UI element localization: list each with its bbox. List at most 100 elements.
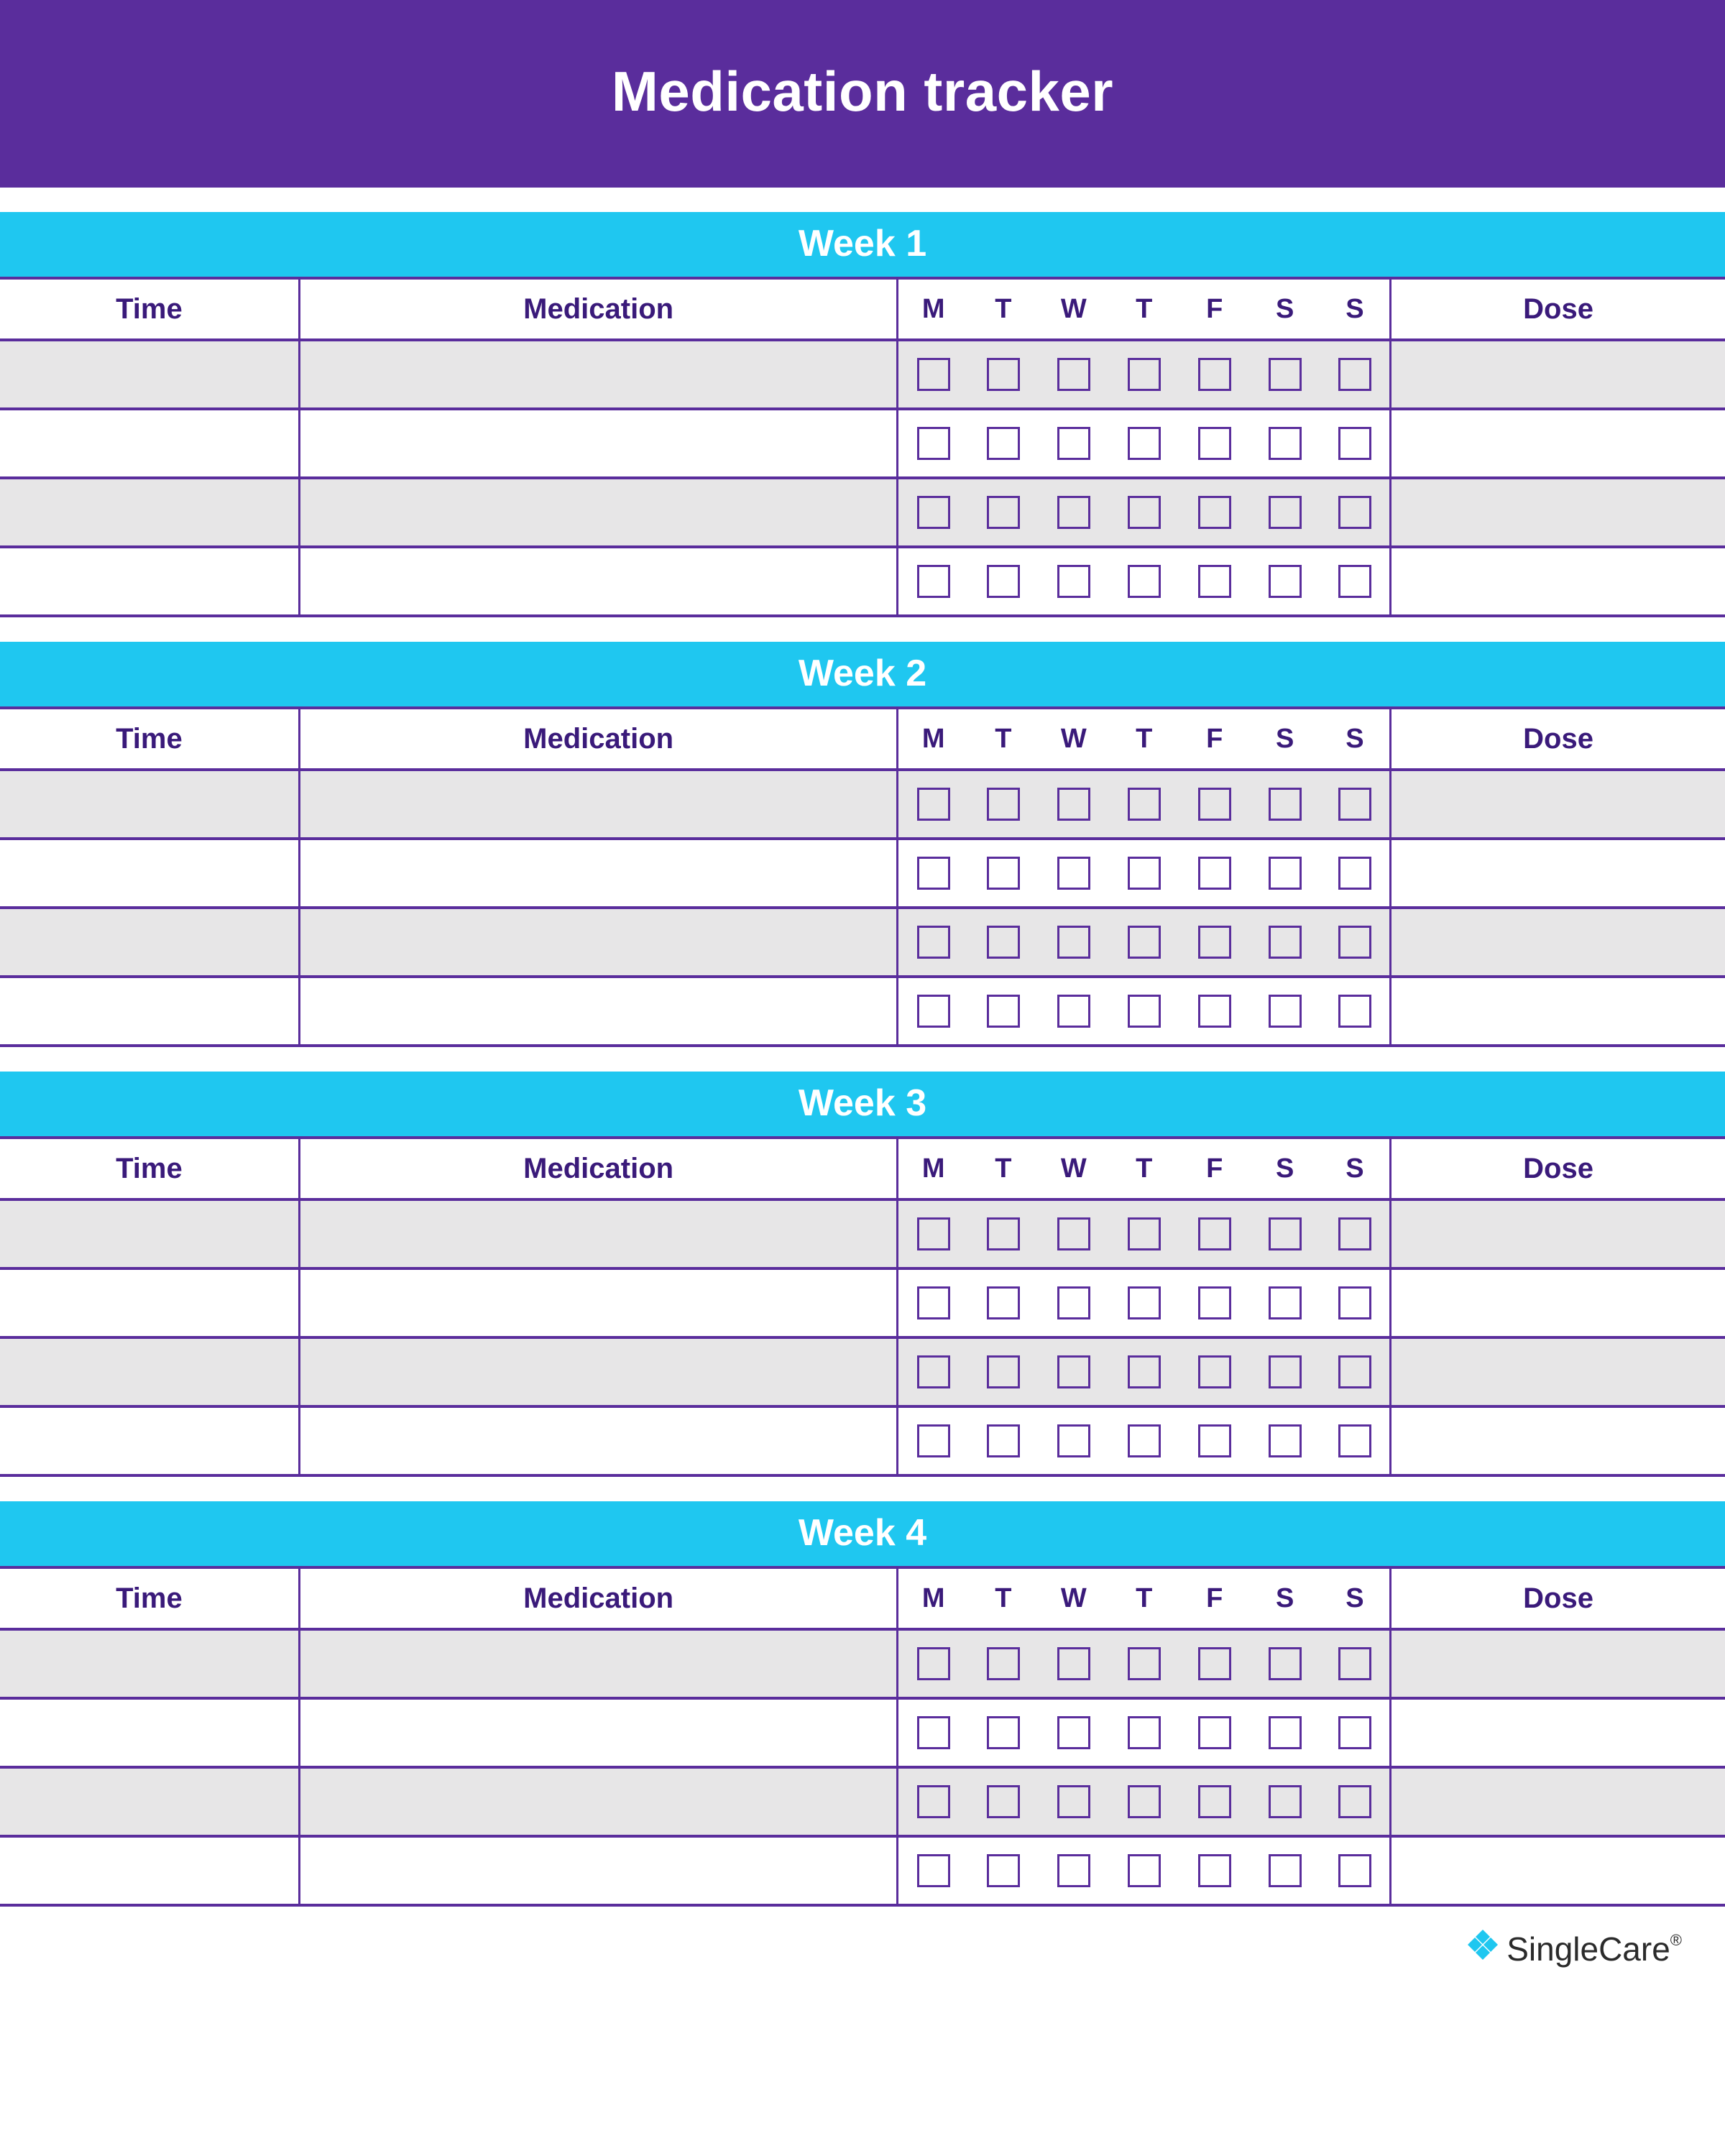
time-cell[interactable] <box>0 409 299 478</box>
day-checkbox[interactable] <box>1128 857 1161 890</box>
day-checkbox[interactable] <box>1198 496 1231 529</box>
day-checkbox[interactable] <box>917 995 950 1028</box>
day-checkbox[interactable] <box>1057 427 1090 460</box>
day-checkbox[interactable] <box>987 1716 1020 1749</box>
day-checkbox[interactable] <box>1198 1854 1231 1887</box>
dose-cell[interactable] <box>1391 1406 1725 1475</box>
day-checkbox[interactable] <box>1269 1424 1302 1457</box>
day-checkbox[interactable] <box>1128 926 1161 959</box>
day-checkbox[interactable] <box>917 1217 950 1250</box>
day-checkbox[interactable] <box>917 926 950 959</box>
day-checkbox[interactable] <box>1338 1355 1371 1388</box>
medication-cell[interactable] <box>299 1406 898 1475</box>
day-checkbox[interactable] <box>1057 496 1090 529</box>
day-checkbox[interactable] <box>987 565 1020 598</box>
day-checkbox[interactable] <box>1338 788 1371 821</box>
dose-cell[interactable] <box>1391 478 1725 547</box>
day-checkbox[interactable] <box>917 1716 950 1749</box>
day-checkbox[interactable] <box>917 1647 950 1680</box>
day-checkbox[interactable] <box>1198 565 1231 598</box>
day-checkbox[interactable] <box>917 1355 950 1388</box>
dose-cell[interactable] <box>1391 1836 1725 1905</box>
medication-cell[interactable] <box>299 977 898 1046</box>
day-checkbox[interactable] <box>1057 995 1090 1028</box>
day-checkbox[interactable] <box>917 496 950 529</box>
day-checkbox[interactable] <box>1269 427 1302 460</box>
day-checkbox[interactable] <box>1198 857 1231 890</box>
time-cell[interactable] <box>0 1767 299 1836</box>
day-checkbox[interactable] <box>1128 496 1161 529</box>
day-checkbox[interactable] <box>1269 926 1302 959</box>
dose-cell[interactable] <box>1391 977 1725 1046</box>
dose-cell[interactable] <box>1391 409 1725 478</box>
day-checkbox[interactable] <box>987 358 1020 391</box>
day-checkbox[interactable] <box>1128 358 1161 391</box>
day-checkbox[interactable] <box>1338 1716 1371 1749</box>
medication-cell[interactable] <box>299 908 898 977</box>
day-checkbox[interactable] <box>1057 926 1090 959</box>
day-checkbox[interactable] <box>917 1424 950 1457</box>
dose-cell[interactable] <box>1391 547 1725 616</box>
time-cell[interactable] <box>0 908 299 977</box>
day-checkbox[interactable] <box>1057 1785 1090 1818</box>
day-checkbox[interactable] <box>1198 926 1231 959</box>
time-cell[interactable] <box>0 1406 299 1475</box>
day-checkbox[interactable] <box>1338 427 1371 460</box>
day-checkbox[interactable] <box>1269 995 1302 1028</box>
day-checkbox[interactable] <box>917 358 950 391</box>
day-checkbox[interactable] <box>1338 995 1371 1028</box>
day-checkbox[interactable] <box>1198 1217 1231 1250</box>
day-checkbox[interactable] <box>1057 565 1090 598</box>
day-checkbox[interactable] <box>1269 496 1302 529</box>
day-checkbox[interactable] <box>1269 1355 1302 1388</box>
day-checkbox[interactable] <box>1128 1355 1161 1388</box>
day-checkbox[interactable] <box>1338 1854 1371 1887</box>
medication-cell[interactable] <box>299 340 898 409</box>
day-checkbox[interactable] <box>987 1424 1020 1457</box>
day-checkbox[interactable] <box>1128 1286 1161 1319</box>
day-checkbox[interactable] <box>987 857 1020 890</box>
day-checkbox[interactable] <box>1198 1716 1231 1749</box>
dose-cell[interactable] <box>1391 1268 1725 1337</box>
medication-cell[interactable] <box>299 1836 898 1905</box>
day-checkbox[interactable] <box>1198 1647 1231 1680</box>
day-checkbox[interactable] <box>987 995 1020 1028</box>
day-checkbox[interactable] <box>1338 1217 1371 1250</box>
day-checkbox[interactable] <box>1198 427 1231 460</box>
medication-cell[interactable] <box>299 1199 898 1268</box>
day-checkbox[interactable] <box>1338 1647 1371 1680</box>
day-checkbox[interactable] <box>1128 1217 1161 1250</box>
day-checkbox[interactable] <box>1128 565 1161 598</box>
day-checkbox[interactable] <box>917 1785 950 1818</box>
medication-cell[interactable] <box>299 1767 898 1836</box>
day-checkbox[interactable] <box>1269 1217 1302 1250</box>
day-checkbox[interactable] <box>1269 1716 1302 1749</box>
time-cell[interactable] <box>0 478 299 547</box>
day-checkbox[interactable] <box>987 1854 1020 1887</box>
day-checkbox[interactable] <box>1269 1647 1302 1680</box>
day-checkbox[interactable] <box>917 565 950 598</box>
day-checkbox[interactable] <box>1128 1854 1161 1887</box>
medication-cell[interactable] <box>299 1268 898 1337</box>
day-checkbox[interactable] <box>1338 926 1371 959</box>
day-checkbox[interactable] <box>1057 1286 1090 1319</box>
day-checkbox[interactable] <box>987 496 1020 529</box>
day-checkbox[interactable] <box>1269 1785 1302 1818</box>
day-checkbox[interactable] <box>1057 358 1090 391</box>
medication-cell[interactable] <box>299 547 898 616</box>
time-cell[interactable] <box>0 1836 299 1905</box>
day-checkbox[interactable] <box>1269 857 1302 890</box>
day-checkbox[interactable] <box>1057 1355 1090 1388</box>
dose-cell[interactable] <box>1391 1199 1725 1268</box>
day-checkbox[interactable] <box>1057 1854 1090 1887</box>
day-checkbox[interactable] <box>1128 1424 1161 1457</box>
day-checkbox[interactable] <box>1338 565 1371 598</box>
day-checkbox[interactable] <box>1198 1286 1231 1319</box>
day-checkbox[interactable] <box>917 1286 950 1319</box>
day-checkbox[interactable] <box>1198 1355 1231 1388</box>
time-cell[interactable] <box>0 547 299 616</box>
day-checkbox[interactable] <box>1269 358 1302 391</box>
day-checkbox[interactable] <box>1057 857 1090 890</box>
day-checkbox[interactable] <box>917 1854 950 1887</box>
time-cell[interactable] <box>0 340 299 409</box>
